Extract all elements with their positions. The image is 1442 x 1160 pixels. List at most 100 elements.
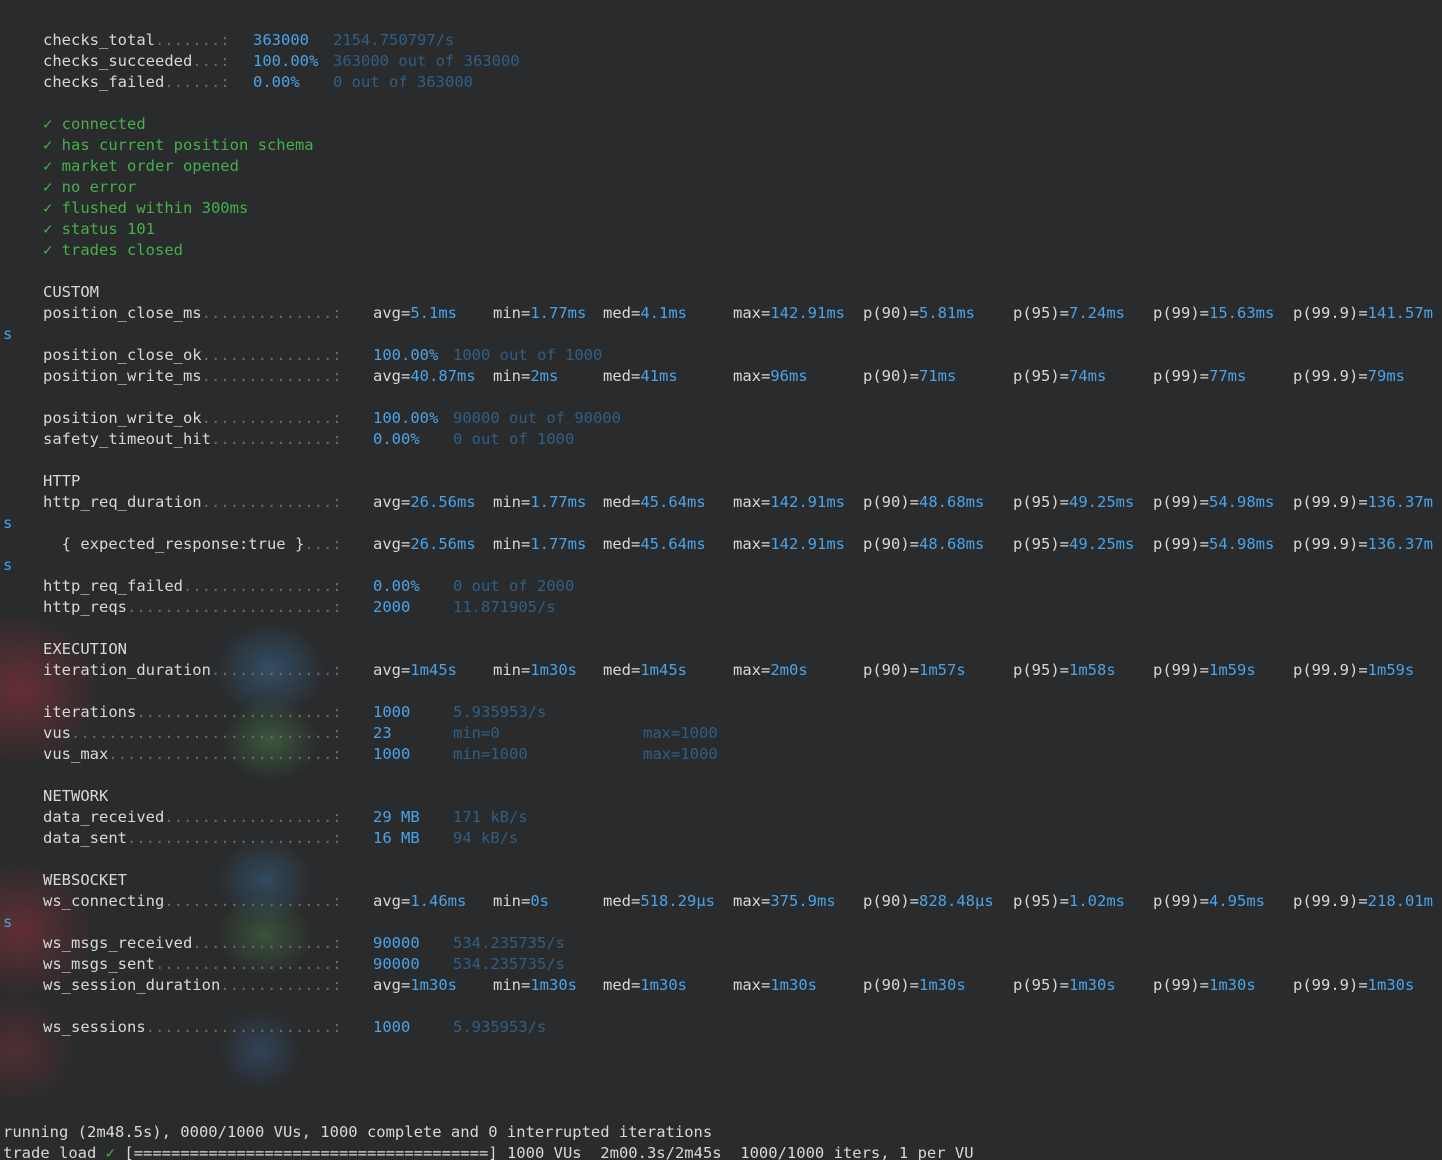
stat-label: p(99.9)= xyxy=(1293,493,1368,511)
stat-p95: p(95)=1m30s xyxy=(1013,975,1116,996)
metric-dots: ............................: xyxy=(71,724,342,742)
stat-min: min=0s xyxy=(493,891,549,912)
stat-label: min= xyxy=(493,367,531,385)
metric-value: 0.00% xyxy=(373,430,420,448)
stat-label: p(99.9)= xyxy=(1293,976,1368,994)
stat-value: 40.87ms xyxy=(410,367,476,385)
metric-extra: min=0 xyxy=(453,724,500,742)
metric-dots: ........................: xyxy=(108,745,342,763)
metric-name: vus_max xyxy=(43,745,109,763)
stat-p95: p(95)=1m58s xyxy=(1013,660,1116,681)
stat-value: 49.25ms xyxy=(1069,535,1135,553)
metric-name: position_write_ms xyxy=(43,367,202,385)
metric-name: data_received xyxy=(43,808,165,826)
stat-min: min=1m30s xyxy=(493,660,577,681)
metric-data-received: data_received..................: 29 MB 171… xyxy=(43,807,528,828)
stat-med: med=45.64ms xyxy=(603,492,706,513)
stat-value: 77ms xyxy=(1209,367,1247,385)
metric-ws-session-duration: ws_session_duration............: avg=1m30… xyxy=(43,975,1414,996)
stat-value: 518.29µs xyxy=(640,892,715,910)
stat-min: min=1m30s xyxy=(493,975,577,996)
stat-label: p(95)= xyxy=(1013,304,1069,322)
stat-p99: p(99)=54.98ms xyxy=(1153,534,1274,555)
stat-value: 1m59s xyxy=(1367,661,1415,679)
stat-value: 1m57s xyxy=(919,661,966,679)
stat-value: 136.37m xyxy=(1367,535,1433,553)
metric-extra: 0 out of 1000 xyxy=(453,430,575,448)
stat-label: avg= xyxy=(373,304,411,322)
metric-dots: .............: xyxy=(210,430,342,448)
metric-name: iteration_duration xyxy=(43,661,211,679)
metric-value: 29 MB xyxy=(373,808,420,826)
stat-p999: p(99.9)=141.57m xyxy=(1293,303,1433,324)
stat-label: p(90)= xyxy=(863,367,919,385)
stat-label: med= xyxy=(603,661,641,679)
stat-label: p(90)= xyxy=(863,535,919,553)
stat-label: p(95)= xyxy=(1013,661,1069,679)
stat-value: 5.1ms xyxy=(410,304,457,322)
stat-avg: avg=40.87ms xyxy=(373,366,476,387)
stat-value: 1m30s xyxy=(410,976,457,994)
checks-failed-row: checks_failed......: 0.00% 0 out of 363000 xyxy=(43,73,473,91)
stat-value: 142.91ms xyxy=(770,493,845,511)
scenario-progress: trade_load ✓ [==========================… xyxy=(3,1143,974,1160)
stat-p99: p(99)=77ms xyxy=(1153,366,1246,387)
check-trades-closed: ✓ trades closed xyxy=(43,241,183,259)
metric-ws-msgs-received: ws_msgs_received...............: 90000 534… xyxy=(43,933,565,954)
stat-med: med=518.29µs xyxy=(603,891,715,912)
stat-label: p(90)= xyxy=(863,493,919,511)
stat-value: 1m30s xyxy=(770,976,817,994)
stat-label: p(99)= xyxy=(1153,892,1209,910)
stat-value: 1.46ms xyxy=(410,892,467,910)
stat-label: avg= xyxy=(373,493,411,511)
section-execution: EXECUTION xyxy=(43,640,127,658)
stat-p90: p(90)=1m57s xyxy=(863,660,966,681)
stat-value: 1m30s xyxy=(1069,976,1116,994)
stat-value: 375.9ms xyxy=(770,892,836,910)
metric-extra: min=1000 xyxy=(453,745,528,763)
metric-dots: ..................: xyxy=(164,808,342,826)
stat-value: 48.68ms xyxy=(919,535,985,553)
stat-med: med=1m30s xyxy=(603,975,687,996)
stat-label: min= xyxy=(493,892,531,910)
stat-label: avg= xyxy=(373,367,411,385)
metric-vus-max: vus_max........................: 1000 min=… xyxy=(43,744,718,765)
metric-data-sent: data_sent......................: 16 MB 94 … xyxy=(43,828,518,849)
metric-dots: ......................: xyxy=(127,829,342,847)
stat-p999: p(99.9)=1m59s xyxy=(1293,660,1414,681)
metric-name: position_close_ok xyxy=(43,346,202,364)
wrap-ws-connecting: s xyxy=(3,913,13,931)
stat-label: p(99)= xyxy=(1153,976,1209,994)
stat-avg: avg=5.1ms xyxy=(373,303,457,324)
metric-extra: 5.935953/s xyxy=(453,1018,547,1036)
stat-med: med=4.1ms xyxy=(603,303,687,324)
stat-label: max= xyxy=(733,535,771,553)
stat-value: 7.24ms xyxy=(1069,304,1125,322)
stat-p999: p(99.9)=136.37m xyxy=(1293,492,1433,513)
metric-name: http_reqs xyxy=(43,598,127,616)
stat-p90: p(90)=71ms xyxy=(863,366,956,387)
stat-p90: p(90)=48.68ms xyxy=(863,534,984,555)
section-custom: CUSTOM xyxy=(43,283,99,301)
metric-extra: 90000 out of 90000 xyxy=(453,409,621,427)
stat-med: med=45.64ms xyxy=(603,534,706,555)
stat-p99: p(99)=1m30s xyxy=(1153,975,1256,996)
check-no-error: ✓ no error xyxy=(43,178,137,196)
stat-max: max=2m0s xyxy=(733,660,808,681)
stat-value: 5.81ms xyxy=(919,304,975,322)
metric-extra: 534.235735/s xyxy=(453,955,565,973)
metric-value: 100.00% xyxy=(373,409,439,427)
stat-label: p(95)= xyxy=(1013,367,1069,385)
metric-name: { expected_response:true } xyxy=(43,535,305,553)
stat-p99: p(99)=15.63ms xyxy=(1153,303,1274,324)
scenario-name: trade_load xyxy=(3,1144,97,1160)
metric-value: 100.00% xyxy=(373,346,439,364)
metric-dots: ..............: xyxy=(201,493,342,511)
check-flushed: ✓ flushed within 300ms xyxy=(43,199,249,217)
metric-dots: .............: xyxy=(210,661,342,679)
stat-label: p(99.9)= xyxy=(1293,367,1368,385)
metric-expected-response: { expected_response:true }...: avg=26.56m… xyxy=(43,534,1433,555)
stat-label: p(99)= xyxy=(1153,535,1209,553)
stat-label: max= xyxy=(733,304,771,322)
metric-name: ws_connecting xyxy=(43,892,165,910)
